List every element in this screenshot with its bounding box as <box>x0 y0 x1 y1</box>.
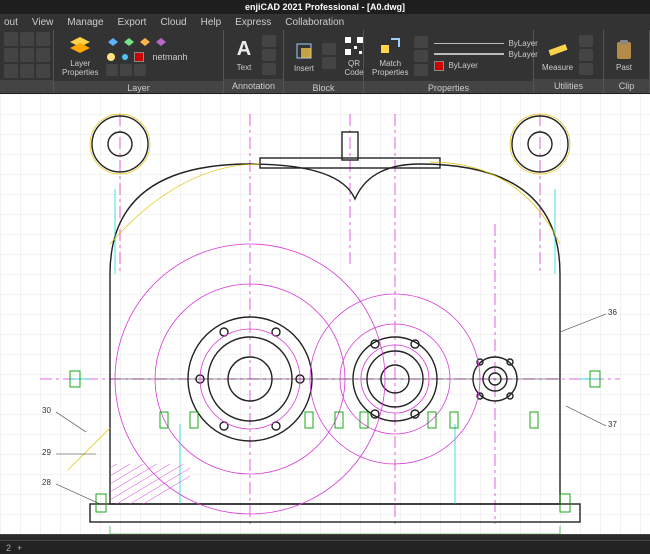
menu-bar: out View Manage Export Cloud Help Expres… <box>0 14 650 30</box>
prop-tool-icon-1[interactable] <box>414 36 428 48</box>
layers-icon <box>68 34 92 58</box>
callout-28: 28 <box>42 478 51 487</box>
text-icon: A <box>232 38 256 62</box>
ribbon: Layer Properties netmanh <box>0 30 650 94</box>
layer-properties-button[interactable]: Layer Properties <box>58 32 102 79</box>
status-plus[interactable]: + <box>17 543 22 553</box>
qr-icon <box>342 34 366 58</box>
quick-tools-grid[interactable] <box>4 32 50 78</box>
linetype-dropdown[interactable]: ByLayer <box>434 39 537 48</box>
text-button[interactable]: A Text <box>228 36 260 74</box>
drawing-canvas[interactable]: 28 29 30 36 37 <box>0 94 650 534</box>
layer-on-icon[interactable] <box>106 36 120 50</box>
panel-label-clipboard: Clip <box>604 79 649 93</box>
lineweight-dropdown[interactable]: ByLayer <box>434 50 537 59</box>
create-block-icon[interactable] <box>322 43 336 55</box>
table-icon[interactable] <box>262 63 276 75</box>
prop-tool-icon-3[interactable] <box>414 64 428 76</box>
status-bar: 2 + <box>0 540 650 554</box>
layer-iso-icon[interactable] <box>106 64 118 76</box>
menu-item-view[interactable]: View <box>32 17 54 28</box>
clipboard-icon <box>612 38 636 62</box>
panel-label-utilities: Utilities <box>534 79 603 93</box>
color-swatch-icon <box>434 61 444 71</box>
lightbulb-icon <box>106 52 116 62</box>
util-icon-1[interactable] <box>579 35 593 47</box>
layer-color-icon[interactable] <box>154 36 168 50</box>
callout-29: 29 <box>42 448 51 457</box>
callout-37: 37 <box>608 420 617 429</box>
paste-button[interactable]: Past <box>608 36 640 74</box>
layer-thaw-icon[interactable] <box>134 64 146 76</box>
ruler-icon <box>546 38 570 62</box>
layer-lock-icon[interactable] <box>138 36 152 50</box>
layer-off-icon[interactable] <box>120 64 132 76</box>
panel-label-layer: Layer <box>54 81 223 93</box>
callout-30: 30 <box>42 406 51 415</box>
dimension-icon[interactable] <box>262 35 276 47</box>
menu-item-help[interactable]: Help <box>201 17 222 28</box>
match-properties-button[interactable]: Match Properties <box>368 32 412 79</box>
menu-item-out[interactable]: out <box>4 17 18 28</box>
panel-label-block: Block <box>284 81 363 93</box>
menu-item-express[interactable]: Express <box>235 17 271 28</box>
menu-item-manage[interactable]: Manage <box>67 17 103 28</box>
app-title: enjiCAD 2021 Professional - [A0.dwg] <box>245 2 405 12</box>
edit-block-icon[interactable] <box>322 57 336 69</box>
current-layer-name: netmanh <box>152 52 187 62</box>
sun-icon <box>120 52 130 62</box>
menu-item-collab[interactable]: Collaboration <box>285 17 344 28</box>
panel-label-properties: Properties <box>364 81 533 93</box>
status-coord: 2 <box>6 543 11 553</box>
measure-button[interactable]: Measure <box>538 36 577 74</box>
menu-item-export[interactable]: Export <box>118 17 147 28</box>
panel-label-annotation: Annotation <box>224 79 283 93</box>
util-icon-3[interactable] <box>579 63 593 75</box>
prop-tool-icon-2[interactable] <box>414 50 428 62</box>
title-bar: enjiCAD 2021 Professional - [A0.dwg] <box>0 0 650 14</box>
color-dropdown[interactable]: ByLayer <box>434 61 537 71</box>
menu-item-cloud[interactable]: Cloud <box>160 17 186 28</box>
callout-36: 36 <box>608 308 617 317</box>
layer-freeze-icon[interactable] <box>122 36 136 50</box>
insert-button[interactable]: Insert <box>288 37 320 75</box>
current-layer-dropdown[interactable]: netmanh <box>106 52 187 62</box>
cad-drawing <box>0 94 650 534</box>
match-icon <box>378 34 402 58</box>
insert-icon <box>292 39 316 63</box>
leader-icon[interactable] <box>262 49 276 61</box>
layer-color-swatch <box>134 52 144 62</box>
util-icon-2[interactable] <box>579 49 593 61</box>
